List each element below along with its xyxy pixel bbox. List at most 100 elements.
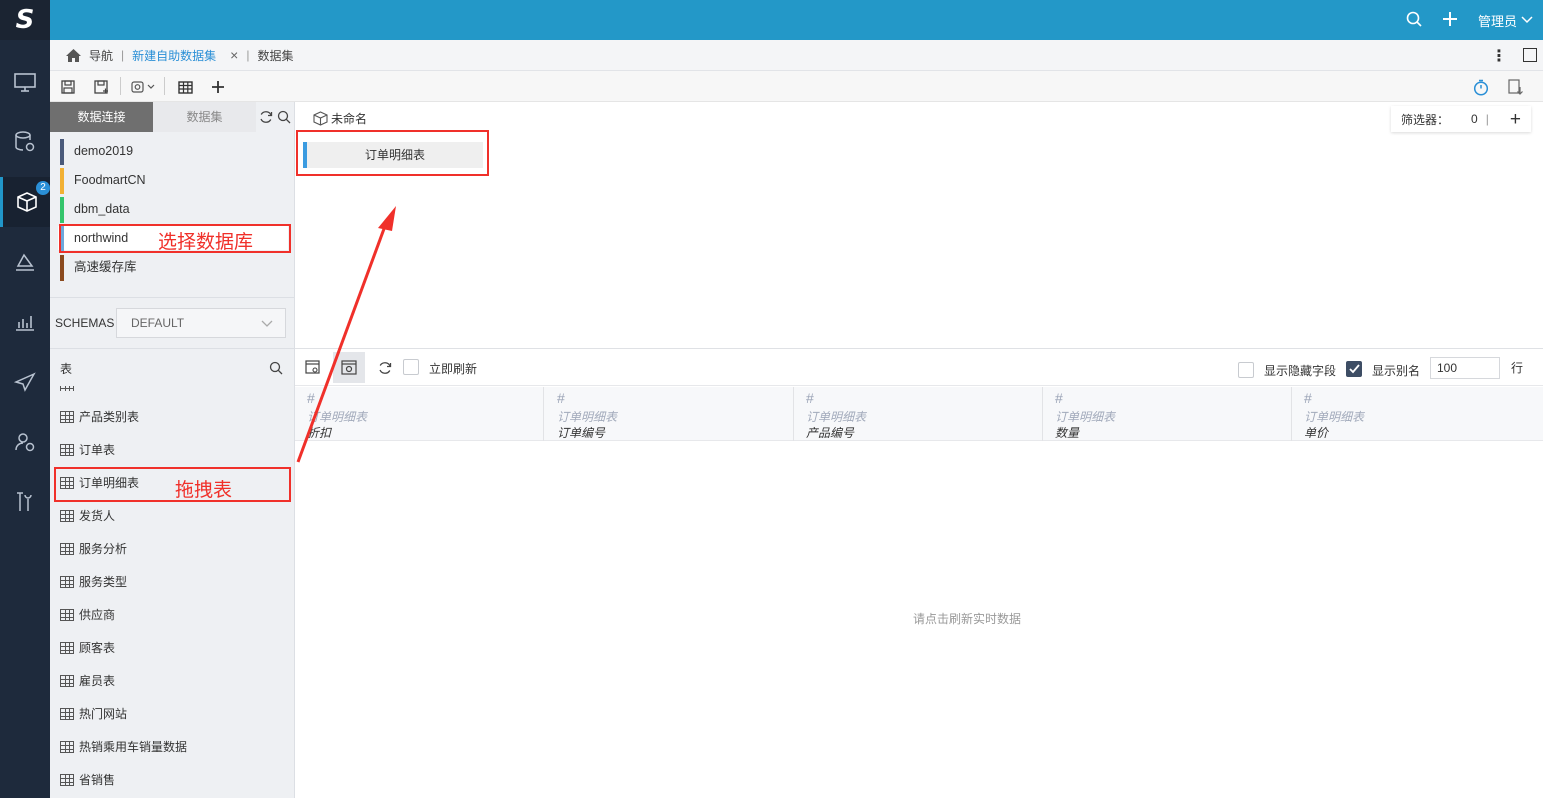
table-row[interactable]: 供应商 bbox=[58, 603, 288, 627]
save-icon[interactable] bbox=[59, 78, 77, 96]
table-icon bbox=[60, 609, 74, 621]
rail-analysis-icon[interactable] bbox=[0, 237, 50, 287]
crumb-home[interactable]: 导航 bbox=[89, 47, 113, 64]
table-row[interactable]: 省销售 bbox=[58, 768, 288, 792]
show-hidden-checkbox[interactable] bbox=[1238, 362, 1254, 378]
row-count-input[interactable]: 100 bbox=[1430, 357, 1500, 379]
filter-count: 0 bbox=[1471, 112, 1478, 126]
refresh-icon[interactable] bbox=[259, 110, 273, 127]
column-name: 数量 bbox=[1055, 426, 1080, 440]
table-icon bbox=[60, 675, 74, 687]
chevron-down-icon bbox=[1521, 16, 1533, 24]
table-icon bbox=[60, 708, 74, 720]
table-row-label: 产品类别表 bbox=[79, 410, 140, 424]
tab-datasets[interactable]: 数据集 bbox=[153, 102, 256, 132]
table-row-label: 省销售 bbox=[79, 773, 116, 787]
show-alias-checkbox[interactable] bbox=[1346, 361, 1362, 377]
schemas-select[interactable]: DEFAULT bbox=[116, 308, 286, 338]
top-bar: 管理员 bbox=[50, 0, 1543, 40]
table-row[interactable]: 热门网站 bbox=[58, 702, 288, 726]
dataset-name[interactable]: 未命名 bbox=[313, 110, 367, 127]
db-item-foodmartcn[interactable]: FoodmartCN bbox=[58, 168, 288, 194]
maximize-icon[interactable] bbox=[1523, 48, 1537, 62]
column-header[interactable]: # 订单明细表 产品编号 bbox=[794, 387, 1043, 441]
column-header[interactable]: # 订单明细表 数量 bbox=[1043, 387, 1292, 441]
annotation-select-db: 选择数据库 bbox=[158, 232, 254, 253]
rail-database-settings-icon[interactable] bbox=[0, 117, 50, 167]
show-alias-label: 显示别名 bbox=[1372, 364, 1421, 378]
table-icon bbox=[60, 642, 74, 654]
rail-badge: 2 bbox=[36, 181, 50, 195]
rail-chart-icon[interactable] bbox=[0, 297, 50, 347]
home-icon[interactable] bbox=[66, 48, 81, 62]
table-row[interactable]: 服务分析 bbox=[58, 537, 288, 561]
tables-label: 表 bbox=[60, 362, 73, 376]
table-row-label: 顾客表 bbox=[79, 641, 116, 655]
rail-tools-icon[interactable] bbox=[0, 477, 50, 527]
table-row-label: 发货人 bbox=[79, 509, 116, 523]
toolbar bbox=[50, 71, 1543, 102]
table-row[interactable]: 发货人 bbox=[58, 504, 288, 528]
add-icon[interactable] bbox=[1442, 11, 1458, 30]
breadcrumb: 导航 | 新建自助数据集 × | 数据集 ⋮ bbox=[50, 40, 1543, 71]
annotation-arrow bbox=[296, 206, 396, 463]
table-row[interactable]: 产品类别表 bbox=[58, 405, 288, 429]
search-icon[interactable] bbox=[277, 110, 291, 127]
table-icon bbox=[60, 741, 74, 753]
table-row-label: 雇员表 bbox=[79, 674, 116, 688]
db-item-label: demo2019 bbox=[74, 144, 134, 158]
schemas-row: SCHEMAS DEFAULT bbox=[50, 297, 295, 349]
table-icon bbox=[60, 444, 74, 456]
db-item-demo2019[interactable]: demo2019 bbox=[58, 139, 288, 165]
column-name: 单价 bbox=[1304, 426, 1329, 440]
table-row[interactable]: 订单表 bbox=[58, 438, 288, 462]
filter-box[interactable]: 筛选器： 0 | + bbox=[1391, 106, 1531, 132]
settings-dropdown-icon[interactable] bbox=[130, 78, 158, 96]
user-menu[interactable]: 管理员 bbox=[1478, 11, 1533, 30]
rail-send-icon[interactable] bbox=[0, 357, 50, 407]
table-row[interactable]: 热销乘用车销量数据 bbox=[58, 735, 288, 759]
db-item-label: FoodmartCN bbox=[74, 173, 146, 187]
filter-separator: | bbox=[1485, 112, 1489, 126]
crumb-separator: | bbox=[121, 48, 125, 62]
timer-icon[interactable] bbox=[1472, 78, 1490, 96]
tab-new-dataset[interactable]: 新建自助数据集 bbox=[132, 47, 216, 64]
db-item-dbm-data[interactable]: dbm_data bbox=[58, 197, 288, 223]
rail-dataset-icon[interactable]: 2 bbox=[0, 177, 50, 227]
rail-user-settings-icon[interactable] bbox=[0, 417, 50, 467]
db-item-cache[interactable]: 高速缓存库 bbox=[58, 255, 288, 281]
table-row[interactable]: 雇员表 bbox=[58, 669, 288, 693]
annotation-box-drag-table bbox=[54, 467, 291, 502]
numeric-type-icon: # bbox=[557, 390, 565, 406]
column-table: 订单明细表 bbox=[1055, 410, 1116, 424]
tab-data-connections[interactable]: 数据连接 bbox=[50, 102, 153, 132]
app-logo[interactable]: S bbox=[0, 0, 50, 40]
more-menu-icon[interactable]: ⋮ bbox=[1491, 46, 1507, 66]
table-icon bbox=[60, 411, 74, 423]
side-rail: S 2 bbox=[0, 0, 50, 798]
table-row-label: 服务类型 bbox=[79, 575, 128, 589]
user-name: 管理员 bbox=[1477, 13, 1517, 29]
search-icon[interactable] bbox=[269, 361, 283, 378]
table-icon bbox=[60, 510, 74, 522]
tab-dataset[interactable]: 数据集 bbox=[257, 47, 293, 64]
column-name: 订单编号 bbox=[557, 426, 606, 440]
schemas-value: DEFAULT bbox=[131, 316, 185, 330]
table-row-label: 热门网站 bbox=[79, 707, 128, 721]
table-row[interactable]: 服务类型 bbox=[58, 570, 288, 594]
rail-monitor-icon[interactable] bbox=[0, 58, 50, 108]
table-icon[interactable] bbox=[176, 78, 194, 96]
export-icon[interactable] bbox=[1506, 78, 1524, 96]
column-table: 订单明细表 bbox=[1304, 410, 1365, 424]
table-icon bbox=[60, 576, 74, 588]
table-row[interactable]: 顾客表 bbox=[58, 636, 288, 660]
column-header[interactable]: # 订单明细表 订单编号 bbox=[545, 387, 794, 441]
column-header[interactable]: # 订单明细表 单价 bbox=[1292, 387, 1541, 441]
save-as-icon[interactable] bbox=[92, 78, 110, 96]
tables-header: 表 bbox=[50, 350, 295, 386]
add-icon[interactable] bbox=[209, 78, 227, 96]
search-icon[interactable] bbox=[1406, 11, 1422, 30]
add-filter-icon[interactable]: + bbox=[1510, 109, 1521, 131]
close-tab-icon[interactable]: × bbox=[230, 47, 238, 63]
auto-refresh-label: 立即刷新 bbox=[429, 362, 478, 376]
